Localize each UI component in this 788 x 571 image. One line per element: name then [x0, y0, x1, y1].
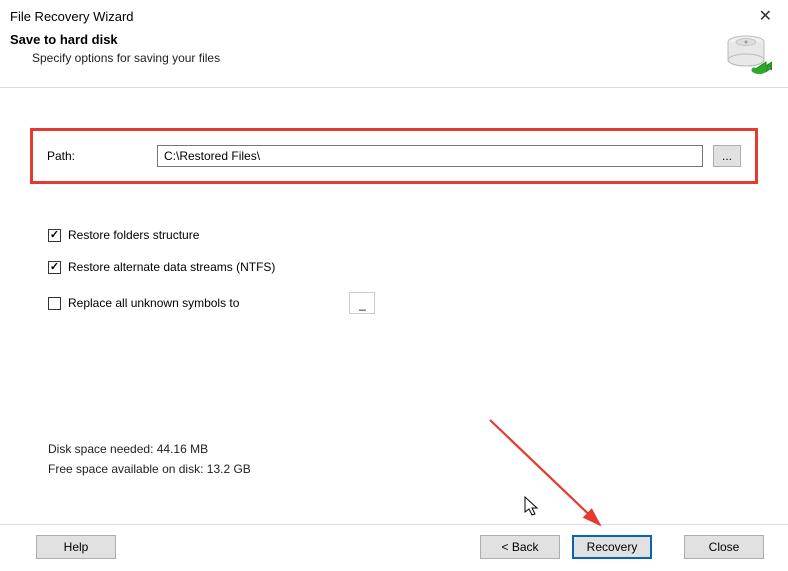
cursor-icon [524, 496, 542, 518]
disk-needed-label: Disk space needed: [48, 442, 153, 456]
back-button[interactable]: < Back [480, 535, 560, 559]
title-bar: File Recovery Wizard ✕ [0, 0, 788, 30]
option-replace-symbols: Replace all unknown symbols to [48, 292, 758, 314]
disk-free-row: Free space available on disk: 13.2 GB [48, 462, 251, 476]
disk-needed-value: 44.16 MB [157, 442, 208, 456]
browse-button[interactable]: ... [713, 145, 741, 167]
close-button[interactable]: Close [684, 535, 764, 559]
close-icon[interactable]: ✕ [753, 6, 778, 26]
options-group: Restore folders structure Restore altern… [48, 228, 758, 314]
path-row-highlight: Path: ... [30, 128, 758, 184]
label-restore-folders: Restore folders structure [68, 228, 199, 242]
header: Save to hard disk Specify options for sa… [0, 30, 788, 88]
header-subtitle: Specify options for saving your files [32, 51, 774, 65]
path-label: Path: [47, 149, 147, 163]
content-area: Path: ... Restore folders structure Rest… [0, 88, 788, 342]
option-restore-folders: Restore folders structure [48, 228, 758, 242]
disk-info: Disk space needed: 44.16 MB Free space a… [48, 442, 251, 482]
path-input[interactable] [157, 145, 703, 167]
disk-needed-row: Disk space needed: 44.16 MB [48, 442, 251, 456]
help-button[interactable]: Help [36, 535, 116, 559]
disk-free-label: Free space available on disk: [48, 462, 203, 476]
header-title: Save to hard disk [10, 32, 774, 47]
window-title: File Recovery Wizard [10, 9, 134, 24]
symbol-input[interactable] [349, 292, 375, 314]
footer: Help < Back Recovery Close [0, 524, 788, 571]
checkbox-restore-streams[interactable] [48, 261, 61, 274]
hard-disk-icon [724, 30, 772, 81]
disk-free-value: 13.2 GB [207, 462, 251, 476]
label-replace-symbols: Replace all unknown symbols to [68, 296, 239, 310]
checkbox-replace-symbols[interactable] [48, 297, 61, 310]
option-restore-streams: Restore alternate data streams (NTFS) [48, 260, 758, 274]
recovery-button[interactable]: Recovery [572, 535, 652, 559]
checkbox-restore-folders[interactable] [48, 229, 61, 242]
label-restore-streams: Restore alternate data streams (NTFS) [68, 260, 275, 274]
